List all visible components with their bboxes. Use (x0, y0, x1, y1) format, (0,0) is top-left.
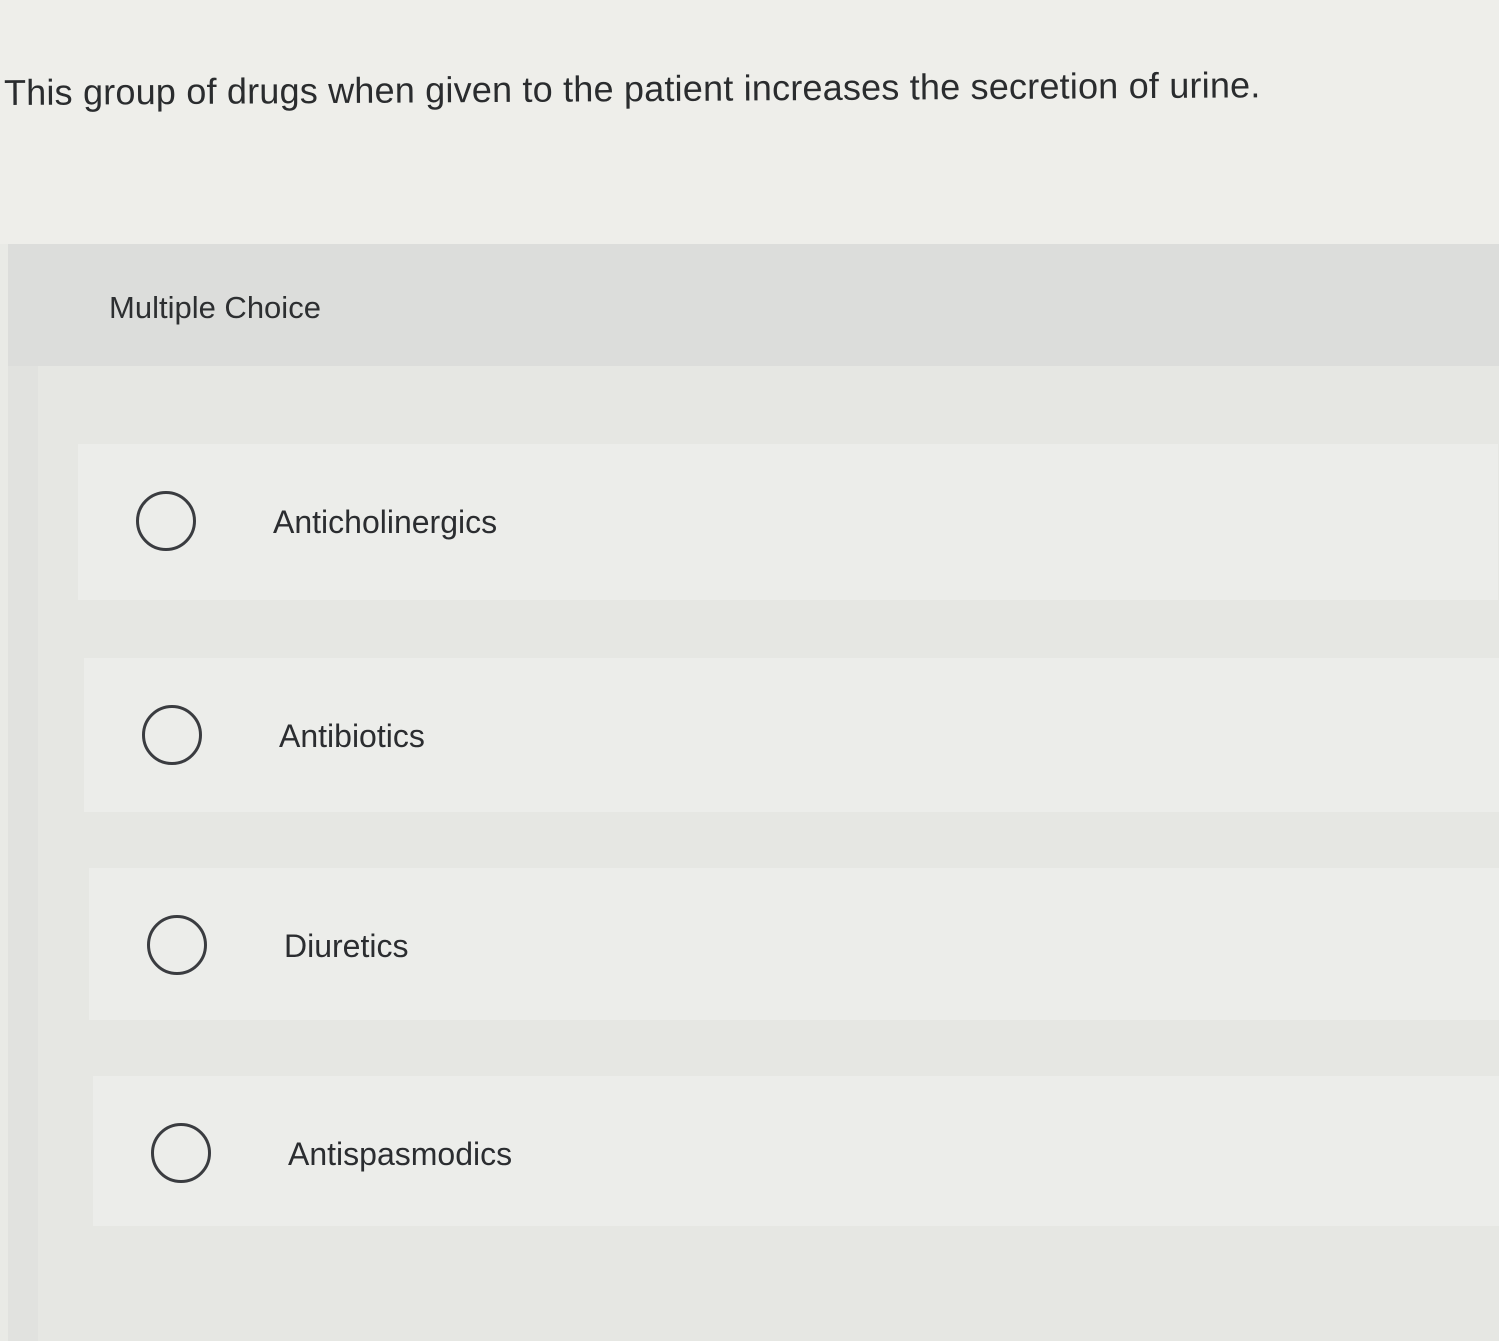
option-antispasmodics[interactable]: Antispasmodics (93, 1076, 1499, 1226)
radio-button-icon[interactable] (151, 1123, 211, 1183)
option-label: Diuretics (284, 928, 409, 964)
option-diuretics[interactable]: Diuretics (89, 868, 1499, 1020)
question-type-label: Multiple Choice (109, 290, 321, 325)
option-label: Anticholinergics (273, 504, 498, 540)
question-area: This group of drugs when given to the pa… (0, 0, 1499, 244)
radio-button-icon[interactable] (136, 491, 196, 551)
option-label: Antibiotics (279, 718, 425, 754)
radio-button-icon[interactable] (147, 915, 207, 975)
option-label: Antispasmodics (288, 1136, 513, 1172)
question-text: This group of drugs when given to the pa… (3, 64, 1261, 113)
option-antibiotics[interactable]: Antibiotics (84, 658, 1499, 812)
option-anticholinergics[interactable]: Anticholinergics (78, 444, 1498, 600)
radio-button-icon[interactable] (142, 705, 202, 765)
panel-header: Multiple Choice (8, 244, 1499, 366)
